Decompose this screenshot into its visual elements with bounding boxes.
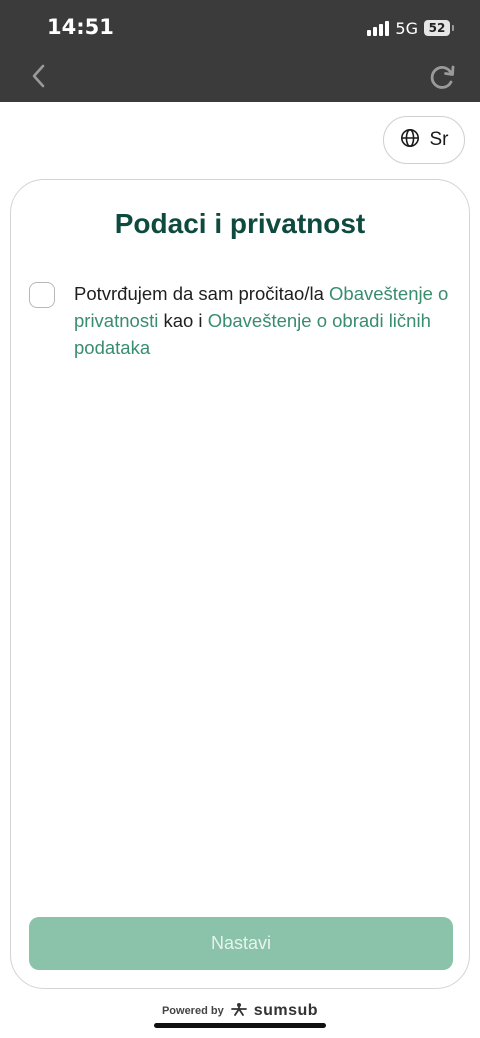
- consent-checkbox[interactable]: [29, 282, 55, 308]
- home-indicator: [154, 1023, 326, 1028]
- language-button[interactable]: Sr: [383, 116, 465, 164]
- battery-level: 52: [428, 21, 446, 35]
- brand-label: sumsub: [253, 1002, 319, 1019]
- powered-by-label: Powered by: [161, 1005, 224, 1017]
- signal-icon: [367, 20, 390, 36]
- consent-text-before: Potvrđujem da sam pročitao/la: [74, 283, 330, 304]
- powered-by-footer: Powered by sumsub: [0, 1001, 480, 1021]
- reload-icon[interactable]: [428, 62, 458, 92]
- privacy-card: Podaci i privatnost Potvrđujem da sam pr…: [10, 179, 470, 989]
- battery-icon: 52: [424, 20, 454, 36]
- network-label: 5G: [395, 18, 418, 38]
- language-label: Sr: [429, 129, 449, 150]
- top-bar: 14:51 5G 52: [0, 0, 480, 102]
- status-indicators: 5G 52: [367, 17, 454, 39]
- chevron-left-icon[interactable]: [28, 62, 52, 90]
- status-time: 14:51: [47, 15, 114, 39]
- globe-icon: [400, 128, 420, 153]
- page-title: Podaci i privatnost: [114, 208, 366, 239]
- sumsub-logo-icon: [230, 1002, 248, 1021]
- consent-text-middle: kao i: [158, 310, 208, 331]
- consent-text: Potvrđujem da sam pročitao/la Obaveštenj…: [74, 280, 459, 361]
- continue-button[interactable]: Nastavi: [29, 917, 453, 970]
